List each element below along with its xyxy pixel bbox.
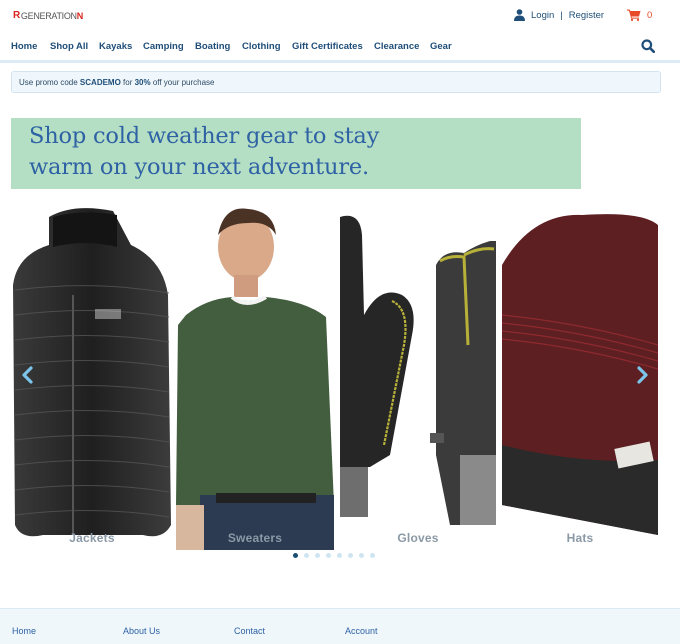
account-separator: |: [560, 9, 563, 21]
nav-item-gift-certificates[interactable]: Gift Certificates: [292, 41, 363, 52]
nav-item-shop-all[interactable]: Shop All: [50, 41, 88, 52]
footer: Home About Us Contact Account: [0, 608, 680, 644]
carousel-dot[interactable]: [359, 553, 364, 558]
carousel-slide-gloves[interactable]: Gloves: [340, 205, 496, 550]
nav-item-boating[interactable]: Boating: [195, 41, 230, 52]
carousel-pagination: [293, 553, 381, 558]
footer-link-account[interactable]: Account: [345, 626, 378, 636]
slide-label-sweaters: Sweaters: [227, 531, 283, 545]
slide-label-jackets: Jackets: [69, 531, 115, 545]
hero-line-2: warm on your next adventure.: [29, 154, 369, 180]
carousel-dot[interactable]: [326, 553, 331, 558]
footer-link-home[interactable]: Home: [12, 626, 36, 636]
carousel-dot[interactable]: [315, 553, 320, 558]
footer-link-about-us[interactable]: About Us: [123, 626, 160, 636]
hero-line-1: Shop cold weather gear to stay: [29, 123, 380, 149]
account-links: Login | Register: [514, 9, 604, 21]
carousel-dot[interactable]: [337, 553, 342, 558]
footer-link-contact[interactable]: Contact: [234, 626, 265, 636]
sweater-image: [176, 205, 334, 550]
main-nav: Home Shop All Kayaks Camping Boating Clo…: [0, 36, 680, 60]
carousel-dot[interactable]: [304, 553, 309, 558]
promo-code: SCADEMO: [79, 78, 121, 87]
hero-banner: Shop cold weather gear to stay warm on y…: [11, 118, 581, 189]
search-icon[interactable]: [641, 39, 655, 53]
promo-banner: Use promo code SCADEMO for 30% off your …: [11, 71, 661, 93]
gloves-image: [340, 215, 496, 525]
logo-mark: R: [13, 10, 20, 21]
nav-item-clothing[interactable]: Clothing: [242, 41, 281, 52]
logo-text: GENERATION: [20, 10, 77, 21]
cart-button[interactable]: 0: [627, 9, 652, 21]
promo-prefix: Use promo code: [19, 78, 80, 87]
chevron-left-icon[interactable]: [18, 365, 38, 385]
carousel-dot[interactable]: [348, 553, 353, 558]
login-link[interactable]: Login: [531, 10, 554, 21]
carousel-dot[interactable]: [370, 553, 375, 558]
hero-heading: Shop cold weather gear to stay warm on y…: [29, 121, 379, 183]
cart-count: 0: [647, 9, 653, 21]
carousel-dot[interactable]: [293, 553, 298, 558]
promo-suffix: off your purchase: [150, 78, 215, 87]
nav-item-gear[interactable]: Gear: [430, 41, 452, 52]
carousel-slide-sweaters[interactable]: Sweaters: [176, 205, 334, 550]
promo-middle: for: [120, 78, 135, 87]
promo-discount: 30%: [134, 78, 151, 87]
register-link[interactable]: Register: [569, 10, 604, 21]
brand-logo[interactable]: R GENERATION N: [13, 10, 83, 21]
slide-label-hats: Hats: [566, 531, 594, 545]
chevron-right-icon[interactable]: [632, 365, 652, 385]
cart-icon: [627, 9, 641, 21]
nav-divider: [0, 60, 680, 63]
nav-item-camping[interactable]: Camping: [143, 41, 184, 52]
nav-item-kayaks[interactable]: Kayaks: [99, 41, 132, 52]
category-carousel: Jackets Sweaters Gloves Hats: [0, 205, 680, 550]
user-icon: [514, 9, 525, 21]
nav-item-clearance[interactable]: Clearance: [374, 41, 419, 52]
nav-item-home[interactable]: Home: [11, 41, 37, 52]
top-bar: R GENERATION N Login | Register 0: [0, 0, 680, 32]
logo-accent: N: [76, 10, 84, 21]
slide-label-gloves: Gloves: [397, 531, 439, 545]
